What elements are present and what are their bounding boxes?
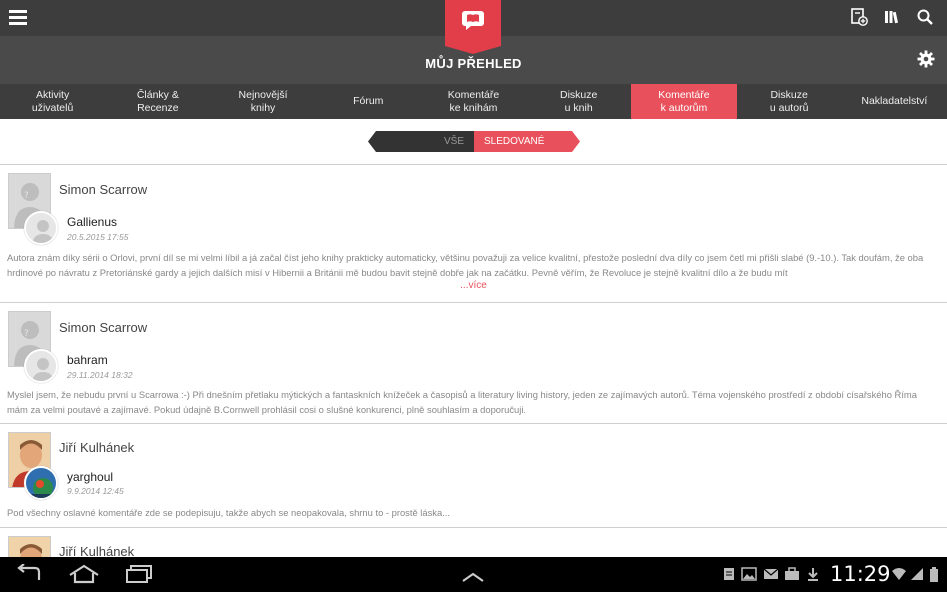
system-navigation-bar: 11:29 [0,557,947,592]
page-title: MŮJ PŘEHLED [425,56,522,71]
tab-forum[interactable]: Fórum [316,84,421,119]
menu-icon[interactable] [9,7,33,29]
svg-text:?: ? [24,191,29,201]
tab-user-activities[interactable]: Aktivity uživatelů [0,84,105,119]
briefcase-icon [784,567,800,586]
author-photo [8,536,51,557]
user-avatar-placeholder [24,211,58,245]
gear-icon[interactable] [917,50,935,68]
tab-book-comments[interactable]: Komentáře ke knihám [421,84,526,119]
comment-date: 9.9.2014 12:45 [67,486,124,496]
tab-publishers[interactable]: Nakladatelství [842,84,947,119]
tab-author-comments[interactable]: Komentáře k autorům [631,84,737,119]
chevron-up-icon[interactable] [462,569,484,587]
recent-apps-icon[interactable] [125,564,153,589]
author-name[interactable]: Jiří Kulhánek [59,440,134,455]
mail-icon [763,567,779,586]
user-name[interactable]: yarghoul [67,470,113,484]
home-icon[interactable] [68,564,100,589]
divider [0,423,947,424]
notes-icon [723,567,735,586]
user-name[interactable]: bahram [67,353,108,367]
filter-toggle: VŠE SLEDOVANÉ [368,131,580,152]
user-avatar-placeholder [24,349,58,383]
divider [0,302,947,303]
category-tabs: Aktivity uživatelů Články & Recenze Nejn… [0,84,947,119]
comment-text: Myslel jsem, že nebudu první u Scarrowa … [7,389,917,415]
clock: 11:29 [830,562,891,586]
tab-newest-books[interactable]: Nejnovější knihy [210,84,315,119]
user-avatar-photo [24,466,58,500]
tab-author-discussions[interactable]: Diskuze u autorů [737,84,842,119]
feed-item[interactable]: Jiří Kulhánek [0,528,947,557]
author-name[interactable]: Jiří Kulhánek [59,544,134,557]
more-link[interactable]: ...více [0,280,947,291]
svg-text:?: ? [24,329,29,339]
comment-date: 29.11.2014 18:32 [67,370,133,380]
author-name[interactable]: Simon Scarrow [59,320,147,335]
battery-icon [929,567,939,588]
tab-book-discussions[interactable]: Diskuze u knih [526,84,631,119]
user-name[interactable]: Gallienus [67,215,117,229]
library-icon[interactable] [883,8,905,28]
comment-text: Autora znám díky sérii o Orlovi, první d… [7,252,924,278]
back-icon[interactable] [15,563,43,589]
wifi-icon [891,567,907,586]
book-chat-icon [462,11,484,30]
comment-date: 20.5.2015 17:55 [67,232,129,242]
filter-all-button[interactable]: VŠE [368,131,474,152]
author-name[interactable]: Simon Scarrow [59,182,147,197]
divider [0,164,947,165]
download-icon [806,567,820,586]
add-book-icon[interactable] [850,8,872,28]
app-logo[interactable] [445,0,501,54]
tab-articles-reviews[interactable]: Články & Recenze [105,84,210,119]
signal-icon [910,567,924,586]
filter-followed-button[interactable]: SLEDOVANÉ [474,131,580,152]
comment-text: Pod všechny oslavné komentáře zde se pod… [7,507,450,518]
search-icon[interactable] [916,8,938,28]
image-icon [741,567,757,586]
